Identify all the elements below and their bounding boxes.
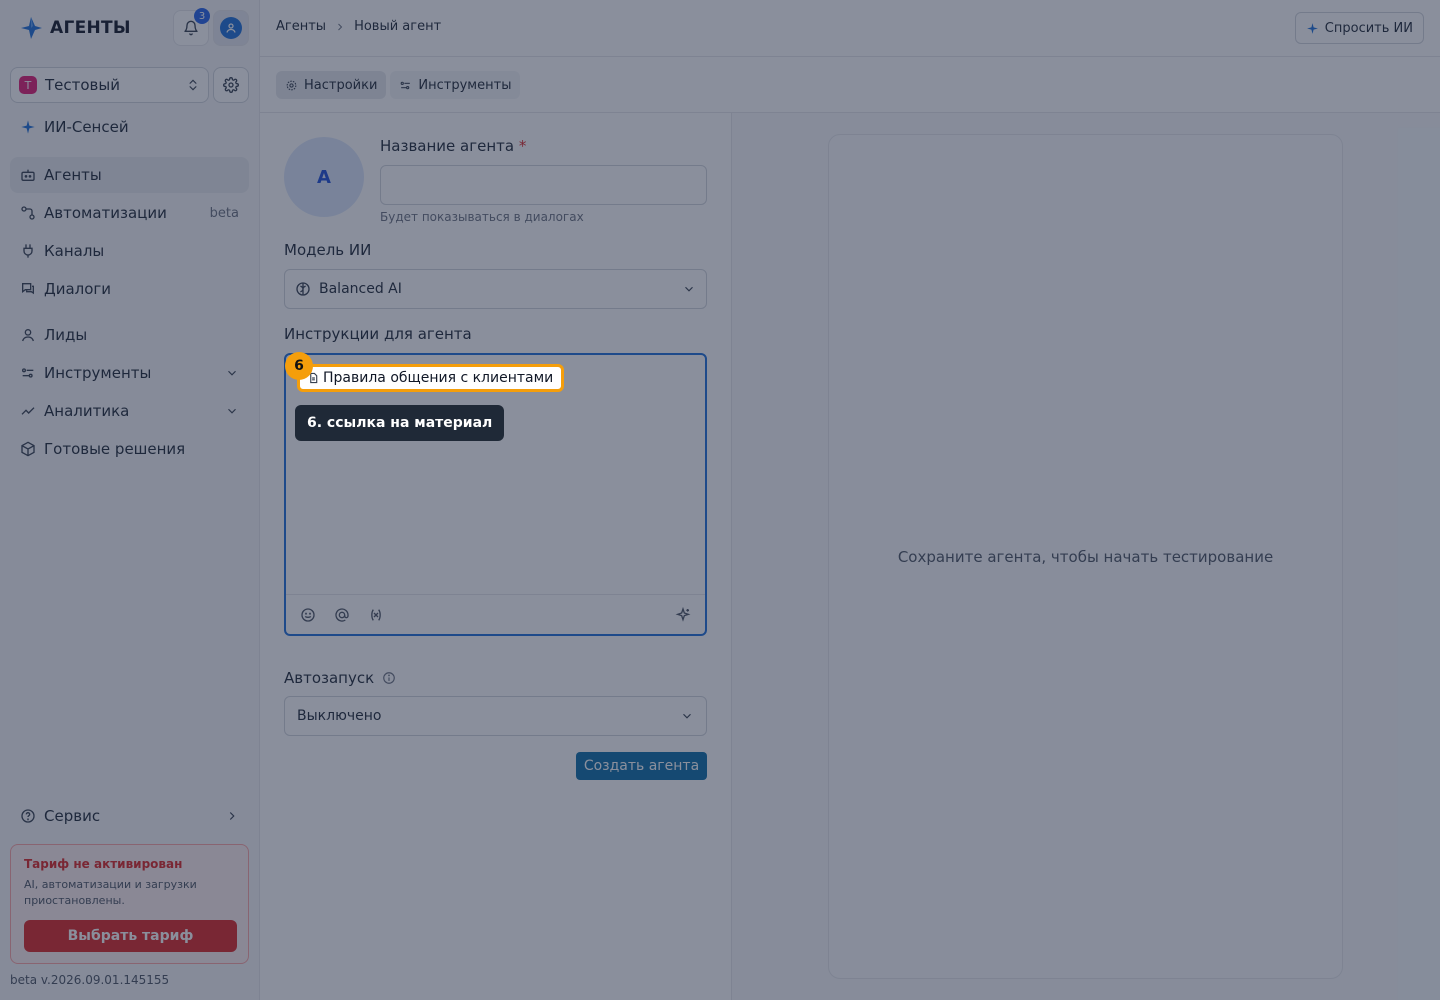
variable-icon[interactable]	[368, 607, 384, 623]
sidebar-item-analytics[interactable]: Аналитика	[10, 393, 249, 429]
chevron-down-icon	[683, 713, 691, 719]
package-icon	[21, 441, 35, 457]
brain-icon	[296, 282, 310, 296]
plug-icon	[23, 244, 33, 258]
beta-badge: beta	[209, 205, 239, 221]
workspace-switcher[interactable]: Т Тестовый	[10, 67, 209, 103]
ask-ai-button[interactable]: Спросить ИИ	[1294, 12, 1424, 44]
choose-plan-button[interactable]: Выбрать тариф	[24, 920, 237, 952]
chevron-right-icon	[338, 23, 343, 30]
model-select[interactable]: Balanced AI	[284, 269, 707, 309]
app-version: beta v.2026.09.01.145155	[10, 973, 170, 987]
brand[interactable]: АГЕНТЫ	[18, 14, 131, 42]
sidebar-item-sensei[interactable]: ИИ-Сенсей	[10, 109, 249, 145]
sidebar-item-leads[interactable]: Лиды	[10, 317, 249, 353]
service-menu: Сервис	[10, 798, 249, 836]
user-icon	[226, 23, 236, 33]
agent-name-label: Название агента *	[380, 137, 527, 155]
tabs-bar: Настройки Инструменты	[260, 57, 1440, 113]
step-marker: 6	[285, 352, 313, 380]
plan-warning-card: Тариф не активирован AI, автоматизации и…	[10, 844, 249, 964]
top-icons: 3	[173, 8, 249, 46]
sidebar-item-dialogs[interactable]: Диалоги	[10, 271, 249, 307]
step-tooltip: 6. ссылка на материал	[295, 405, 505, 441]
sidebar-item-solutions[interactable]: Готовые решения	[10, 431, 249, 467]
chevron-down-icon	[685, 286, 693, 292]
agent-avatar[interactable]: A	[284, 137, 364, 217]
sidebar-nav: ИИ-Сенсей Агенты Автоматизации beta Кана…	[10, 109, 249, 469]
material-mention-chip[interactable]: Правила общения с клиентами	[297, 364, 565, 392]
highlight-layer: Правила общения с клиентами 6 6. ссылка …	[284, 352, 707, 453]
ai-sparkles-icon[interactable]	[675, 606, 691, 623]
help-circle-icon	[21, 809, 35, 823]
sidebar-item-agents[interactable]: Агенты	[10, 157, 249, 193]
profile-button[interactable]	[213, 10, 249, 46]
plan-text: AI, автоматизации и загрузки приостановл…	[24, 878, 197, 907]
chart-icon	[21, 407, 35, 415]
notification-badge: 3	[194, 8, 210, 24]
test-preview-panel: Сохраните агента, чтобы начать тестирова…	[828, 134, 1343, 979]
chevron-down-icon	[228, 370, 236, 376]
header: Агенты Новый агент Спросить ИИ	[260, 0, 1440, 57]
preview-placeholder: Сохраните агента, чтобы начать тестирова…	[897, 547, 1274, 566]
tab-settings[interactable]: Настройки	[276, 71, 387, 99]
mention-icon[interactable]	[334, 607, 350, 623]
editor-toolbar	[286, 594, 705, 634]
info-icon[interactable]	[382, 671, 396, 685]
autostart-label: Автозапуск	[284, 669, 396, 687]
emoji-icon[interactable]	[300, 607, 316, 623]
gear-icon	[223, 77, 239, 93]
logo-icon	[21, 17, 42, 39]
breadcrumb: Агенты Новый агент	[276, 19, 441, 34]
sparkle-icon	[21, 120, 35, 134]
chevrons-up-down-icon	[189, 79, 197, 91]
sidebar-item-tools[interactable]: Инструменты	[10, 355, 249, 391]
chevron-right-icon	[229, 812, 235, 820]
create-agent-button[interactable]: Создать агента	[576, 752, 707, 780]
chat-icon	[22, 283, 34, 295]
user-icon	[22, 329, 34, 342]
app-root: АГЕНТЫ 3 Т Тестовый ИИ-Сенсей Агенты Авт…	[0, 0, 1440, 1000]
tools-icon	[22, 368, 34, 378]
gear-icon	[286, 80, 297, 90]
sparkle-icon	[1306, 22, 1318, 34]
breadcrumb-current: Новый агент	[354, 19, 442, 34]
sidebar-item-channels[interactable]: Каналы	[10, 233, 249, 269]
workspace-settings-button[interactable]	[213, 67, 249, 103]
chevron-down-icon	[228, 408, 236, 414]
plan-title: Тариф не активирован	[24, 857, 183, 871]
breadcrumb-agents[interactable]: Агенты	[276, 19, 326, 34]
agent-name-hint: Будет показываться в диалогах	[380, 210, 584, 224]
sidebar: АГЕНТЫ 3 Т Тестовый ИИ-Сенсей Агенты Авт…	[0, 0, 260, 1000]
tabs: Настройки Инструменты	[276, 71, 521, 99]
avatar	[220, 17, 242, 39]
tab-tools[interactable]: Инструменты	[390, 71, 521, 99]
autostart-select[interactable]: Выключено	[284, 696, 707, 736]
sidebar-item-automations[interactable]: Автоматизации beta	[10, 195, 249, 231]
required-mark: *	[518, 137, 527, 155]
instructions-label: Инструкции для агента	[284, 325, 472, 343]
agent-name-input[interactable]	[380, 165, 707, 205]
tools-icon	[401, 81, 411, 89]
workflow-icon	[21, 206, 35, 220]
notifications-button[interactable]: 3	[173, 8, 210, 46]
model-label: Модель ИИ	[284, 241, 372, 259]
agent-form: A Название агента * Будет показываться в…	[260, 113, 732, 1000]
brand-name: АГЕНТЫ	[50, 18, 131, 38]
workspace-name: Тестовый	[45, 76, 120, 94]
workspace-initial: Т	[19, 76, 37, 94]
sidebar-item-service[interactable]: Сервис	[10, 798, 249, 834]
bot-icon	[21, 169, 35, 181]
